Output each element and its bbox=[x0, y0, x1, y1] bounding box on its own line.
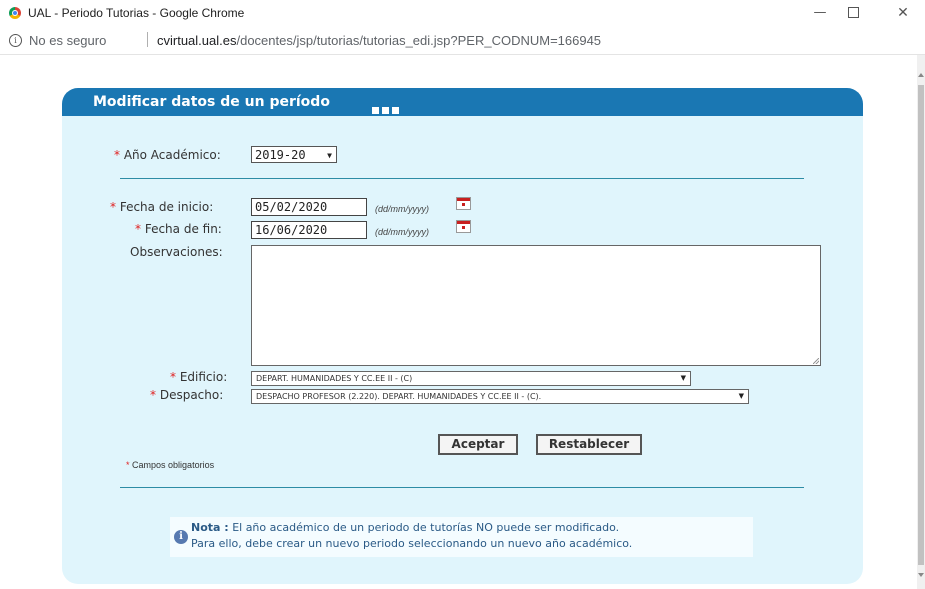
chevron-down-icon: ▼ bbox=[680, 374, 686, 382]
scroll-down-icon[interactable] bbox=[918, 573, 924, 577]
chevron-down-icon: ▼ bbox=[327, 151, 332, 160]
building-value: DEPART. HUMANIDADES Y CC.EE II - (C) bbox=[256, 374, 413, 383]
form-title: Modificar datos de un período bbox=[93, 94, 330, 110]
end-date-calendar-icon[interactable] bbox=[456, 220, 471, 233]
academic-year-select[interactable]: 2019-20 ▼ bbox=[251, 146, 337, 163]
start-date-label: * Fecha de inicio: bbox=[110, 200, 214, 214]
end-date-format: (dd/mm/yyyy) bbox=[375, 227, 429, 237]
divider-bottom bbox=[120, 487, 804, 488]
scroll-thumb[interactable] bbox=[918, 85, 924, 565]
maximize-button[interactable] bbox=[838, 3, 868, 23]
security-status[interactable]: No es seguro bbox=[29, 33, 106, 48]
end-date-label: * Fecha de fin: bbox=[135, 222, 222, 236]
note-line-2: Para ello, debe crear un nuevo periodo s… bbox=[191, 537, 633, 550]
accept-button[interactable]: Aceptar bbox=[438, 434, 518, 455]
maximize-icon bbox=[847, 7, 859, 18]
start-date-input[interactable]: 05/02/2020 bbox=[251, 198, 367, 216]
note-title: Nota : bbox=[191, 521, 229, 534]
required-fields-note: * Campos obligatorios bbox=[126, 460, 215, 470]
divider-top bbox=[120, 178, 804, 179]
url-domain: cvirtual.ual.es bbox=[157, 33, 237, 48]
start-date-format: (dd/mm/yyyy) bbox=[375, 204, 429, 214]
observations-textarea[interactable] bbox=[251, 245, 821, 366]
minimize-button[interactable]: — bbox=[805, 3, 835, 23]
title-decoration-icon bbox=[372, 99, 402, 118]
office-select[interactable]: DESPACHO PROFESOR (2.220). DEPART. HUMAN… bbox=[251, 389, 749, 404]
chevron-down-icon: ▼ bbox=[738, 392, 744, 400]
observations-label: Observaciones: bbox=[130, 245, 223, 259]
academic-year-value: 2019-20 bbox=[255, 148, 306, 162]
window-titlebar: UAL - Periodo Tutorias - Google Chrome —… bbox=[0, 0, 925, 26]
form-panel: Modificar datos de un período * Año Acad… bbox=[62, 88, 863, 584]
start-date-calendar-icon[interactable] bbox=[456, 197, 471, 210]
scroll-up-icon[interactable] bbox=[918, 73, 924, 77]
office-label: * Despacho: bbox=[150, 388, 224, 402]
resize-grip-icon[interactable] bbox=[813, 358, 819, 364]
end-date-input[interactable]: 16/06/2020 bbox=[251, 221, 367, 239]
building-label: * Edificio: bbox=[170, 370, 228, 384]
page-scrollbar[interactable] bbox=[917, 55, 925, 589]
note-line-1: Nota : El año académico de un periodo de… bbox=[191, 521, 620, 534]
reset-button[interactable]: Restablecer bbox=[536, 434, 642, 455]
office-value: DESPACHO PROFESOR (2.220). DEPART. HUMAN… bbox=[256, 392, 542, 401]
chrome-icon bbox=[9, 7, 21, 19]
window-title: UAL - Periodo Tutorias - Google Chrome bbox=[28, 6, 245, 20]
url-path: /docentes/jsp/tutorias/tutorias_edi.jsp?… bbox=[236, 33, 602, 48]
panel-header: Modificar datos de un período bbox=[62, 88, 863, 116]
url-text[interactable]: cvirtual.ual.es/docentes/jsp/tutorias/tu… bbox=[157, 33, 601, 48]
note-box: i Nota : El año académico de un periodo … bbox=[170, 517, 753, 557]
academic-year-label: * Año Académico: bbox=[114, 148, 221, 162]
info-icon[interactable]: i bbox=[9, 34, 22, 47]
close-button[interactable]: ✕ bbox=[888, 3, 918, 23]
address-separator bbox=[147, 32, 148, 47]
building-select[interactable]: DEPART. HUMANIDADES Y CC.EE II - (C) ▼ bbox=[251, 371, 691, 386]
info-icon: i bbox=[174, 530, 188, 544]
address-bar[interactable]: i No es seguro cvirtual.ual.es/docentes/… bbox=[0, 26, 925, 55]
